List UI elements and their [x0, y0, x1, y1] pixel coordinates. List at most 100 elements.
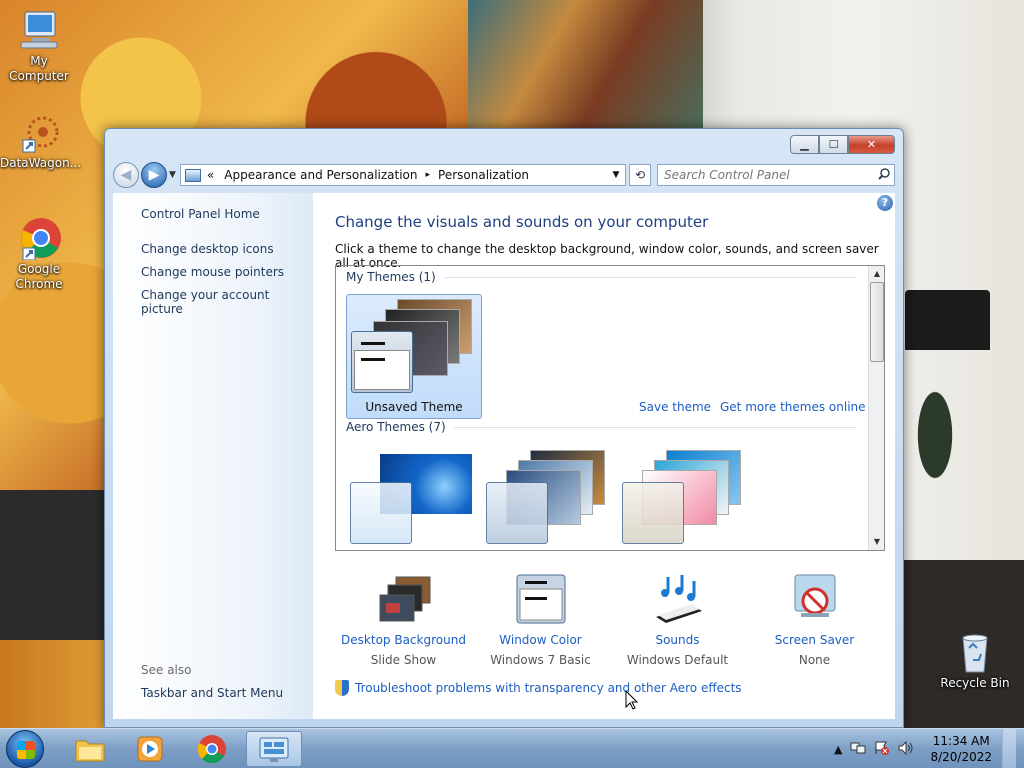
setting-value: Slide Show: [370, 653, 437, 667]
sidebar-link-change-mouse-pointers[interactable]: Change mouse pointers: [141, 265, 313, 279]
scroll-thumb[interactable]: [870, 282, 884, 362]
search-placeholder: Search Control Panel: [664, 168, 790, 182]
main-panel: ? Change the visuals and sounds on your …: [313, 193, 895, 719]
window-color-setting[interactable]: Window Color Windows 7 Basic: [472, 573, 609, 667]
theme-aero-characters[interactable]: [618, 446, 754, 550]
window-controls: ▁ ☐ ✕: [790, 135, 895, 154]
forward-button[interactable]: ▶: [141, 162, 167, 188]
maximize-button[interactable]: ☐: [819, 135, 848, 154]
close-button[interactable]: ✕: [848, 135, 895, 154]
clock-time: 11:34 AM: [932, 734, 990, 748]
scroll-up-arrow[interactable]: ▲: [869, 266, 884, 282]
setting-label[interactable]: Screen Saver: [746, 633, 883, 647]
theme-unsaved[interactable]: Unsaved Theme: [346, 294, 482, 419]
sidebar-link-change-account-picture[interactable]: Change your account picture: [141, 288, 313, 316]
desktop-icon-google-chrome[interactable]: Google Chrome: [0, 216, 78, 292]
sidebar: Control Panel Home Change desktop icons …: [113, 193, 313, 719]
search-icon[interactable]: [874, 167, 894, 183]
personalization-window: ▁ ☐ ✕ ◀ ▶ ▼ « Appearance and Personaliza…: [104, 128, 904, 728]
window-color-thumbnail: [351, 331, 413, 393]
theme-settings-row: Desktop Background Slide Show Window Col…: [335, 573, 883, 667]
window-color-icon: [511, 573, 571, 625]
theme-list-scrollbar[interactable]: ▲ ▼: [868, 266, 884, 550]
get-more-themes-link[interactable]: Get more themes online: [720, 400, 866, 414]
breadcrumb-separator[interactable]: ▸: [426, 170, 431, 180]
sidebar-link-control-panel-home[interactable]: Control Panel Home: [141, 207, 313, 221]
action-center-icon[interactable]: [874, 740, 890, 759]
windows-logo-icon: [17, 741, 35, 759]
system-clock[interactable]: 11:34 AM 8/20/2022: [930, 733, 992, 765]
clock-date: 8/20/2022: [930, 750, 992, 764]
computer-icon: [17, 8, 61, 52]
content-area: Control Panel Home Change desktop icons …: [113, 193, 895, 719]
screen-saver-setting[interactable]: Screen Saver None: [746, 573, 883, 667]
theme-aero-architecture[interactable]: [482, 446, 618, 550]
search-input[interactable]: Search Control Panel: [657, 164, 895, 186]
taskbar-explorer[interactable]: [62, 731, 118, 767]
refresh-icon[interactable]: ⟲: [629, 164, 651, 186]
setting-value: None: [798, 653, 831, 667]
desktop-icon-label: Recycle Bin: [940, 676, 1010, 690]
start-button[interactable]: [6, 730, 44, 768]
setting-label[interactable]: Sounds: [609, 633, 746, 647]
address-bar[interactable]: « Appearance and Personalization ▸ Perso…: [179, 164, 626, 186]
troubleshoot-row: Troubleshoot problems with transparency …: [335, 680, 742, 696]
shield-icon: [335, 680, 349, 696]
scroll-down-arrow[interactable]: ▼: [869, 534, 884, 550]
window-color-thumbnail: [486, 482, 548, 544]
datawagon-icon: [17, 110, 61, 154]
setting-value: Windows 7 Basic: [490, 653, 591, 667]
desktop-icon-my-computer[interactable]: My Computer: [0, 8, 78, 84]
media-player-icon: [137, 736, 163, 762]
desktop-icon-label: My Computer: [9, 54, 69, 83]
address-overflow-chevron[interactable]: «: [207, 168, 214, 182]
taskbar-media-player[interactable]: [122, 731, 178, 767]
desktop-icon-recycle-bin[interactable]: Recycle Bin: [936, 630, 1014, 691]
sounds-icon: [648, 573, 708, 625]
window-color-thumbnail: [622, 482, 684, 544]
sidebar-link-change-desktop-icons[interactable]: Change desktop icons: [141, 242, 313, 256]
desktop-icon-label: DataWagon...: [0, 156, 82, 170]
setting-label[interactable]: Desktop Background: [335, 633, 472, 647]
control-panel-icon: [259, 737, 289, 762]
window-color-thumbnail: [350, 482, 412, 544]
sounds-setting[interactable]: Sounds Windows Default: [609, 573, 746, 667]
page-title: Change the visuals and sounds on your co…: [335, 213, 709, 231]
setting-value: Windows Default: [626, 653, 729, 667]
control-panel-icon: [184, 168, 201, 182]
theme-aero-windows7[interactable]: [346, 446, 482, 550]
recycle-bin-icon: [953, 630, 997, 674]
folder-icon: [75, 740, 105, 762]
my-themes-header: My Themes (1): [346, 270, 856, 284]
theme-label: Unsaved Theme: [365, 400, 463, 414]
chrome-icon: [197, 735, 226, 764]
taskbar-control-panel[interactable]: [246, 731, 302, 767]
desktop-background-icon: [374, 573, 434, 625]
breadcrumb-appearance[interactable]: Appearance and Personalization: [224, 168, 417, 182]
help-icon[interactable]: ?: [877, 195, 893, 211]
address-dropdown-arrow[interactable]: ▼: [607, 170, 625, 180]
volume-icon[interactable]: [898, 740, 914, 758]
desktop-background-setting[interactable]: Desktop Background Slide Show: [335, 573, 472, 667]
minimize-button[interactable]: ▁: [790, 135, 819, 154]
theme-list: My Themes (1) Unsaved Theme Save theme G…: [335, 265, 885, 551]
show-desktop-button[interactable]: [1002, 729, 1016, 768]
taskbar-chrome[interactable]: [184, 731, 240, 767]
mouse-cursor-icon: [625, 690, 639, 710]
show-hidden-icons-arrow[interactable]: ▲: [834, 743, 842, 756]
aero-themes-header: Aero Themes (7): [346, 420, 856, 434]
desktop-icon-datawagon[interactable]: DataWagon...: [0, 110, 82, 171]
back-button[interactable]: ◀: [113, 162, 139, 188]
sidebar-link-taskbar-start-menu[interactable]: Taskbar and Start Menu: [141, 686, 283, 700]
recent-pages-dropdown[interactable]: ▼: [169, 170, 176, 180]
setting-label[interactable]: Window Color: [472, 633, 609, 647]
breadcrumb-personalization[interactable]: Personalization: [438, 168, 529, 182]
desktop-icon-label: Google Chrome: [15, 262, 63, 291]
navigation-bar: ◀ ▶ ▼ « Appearance and Personalization ▸…: [113, 161, 895, 189]
save-theme-link[interactable]: Save theme: [639, 400, 711, 414]
network-icon[interactable]: [850, 741, 866, 758]
troubleshoot-link[interactable]: Troubleshoot problems with transparency …: [355, 681, 742, 695]
screen-saver-icon: [785, 573, 845, 625]
chrome-icon: [17, 216, 61, 261]
see-also-heading: See also: [141, 663, 192, 677]
